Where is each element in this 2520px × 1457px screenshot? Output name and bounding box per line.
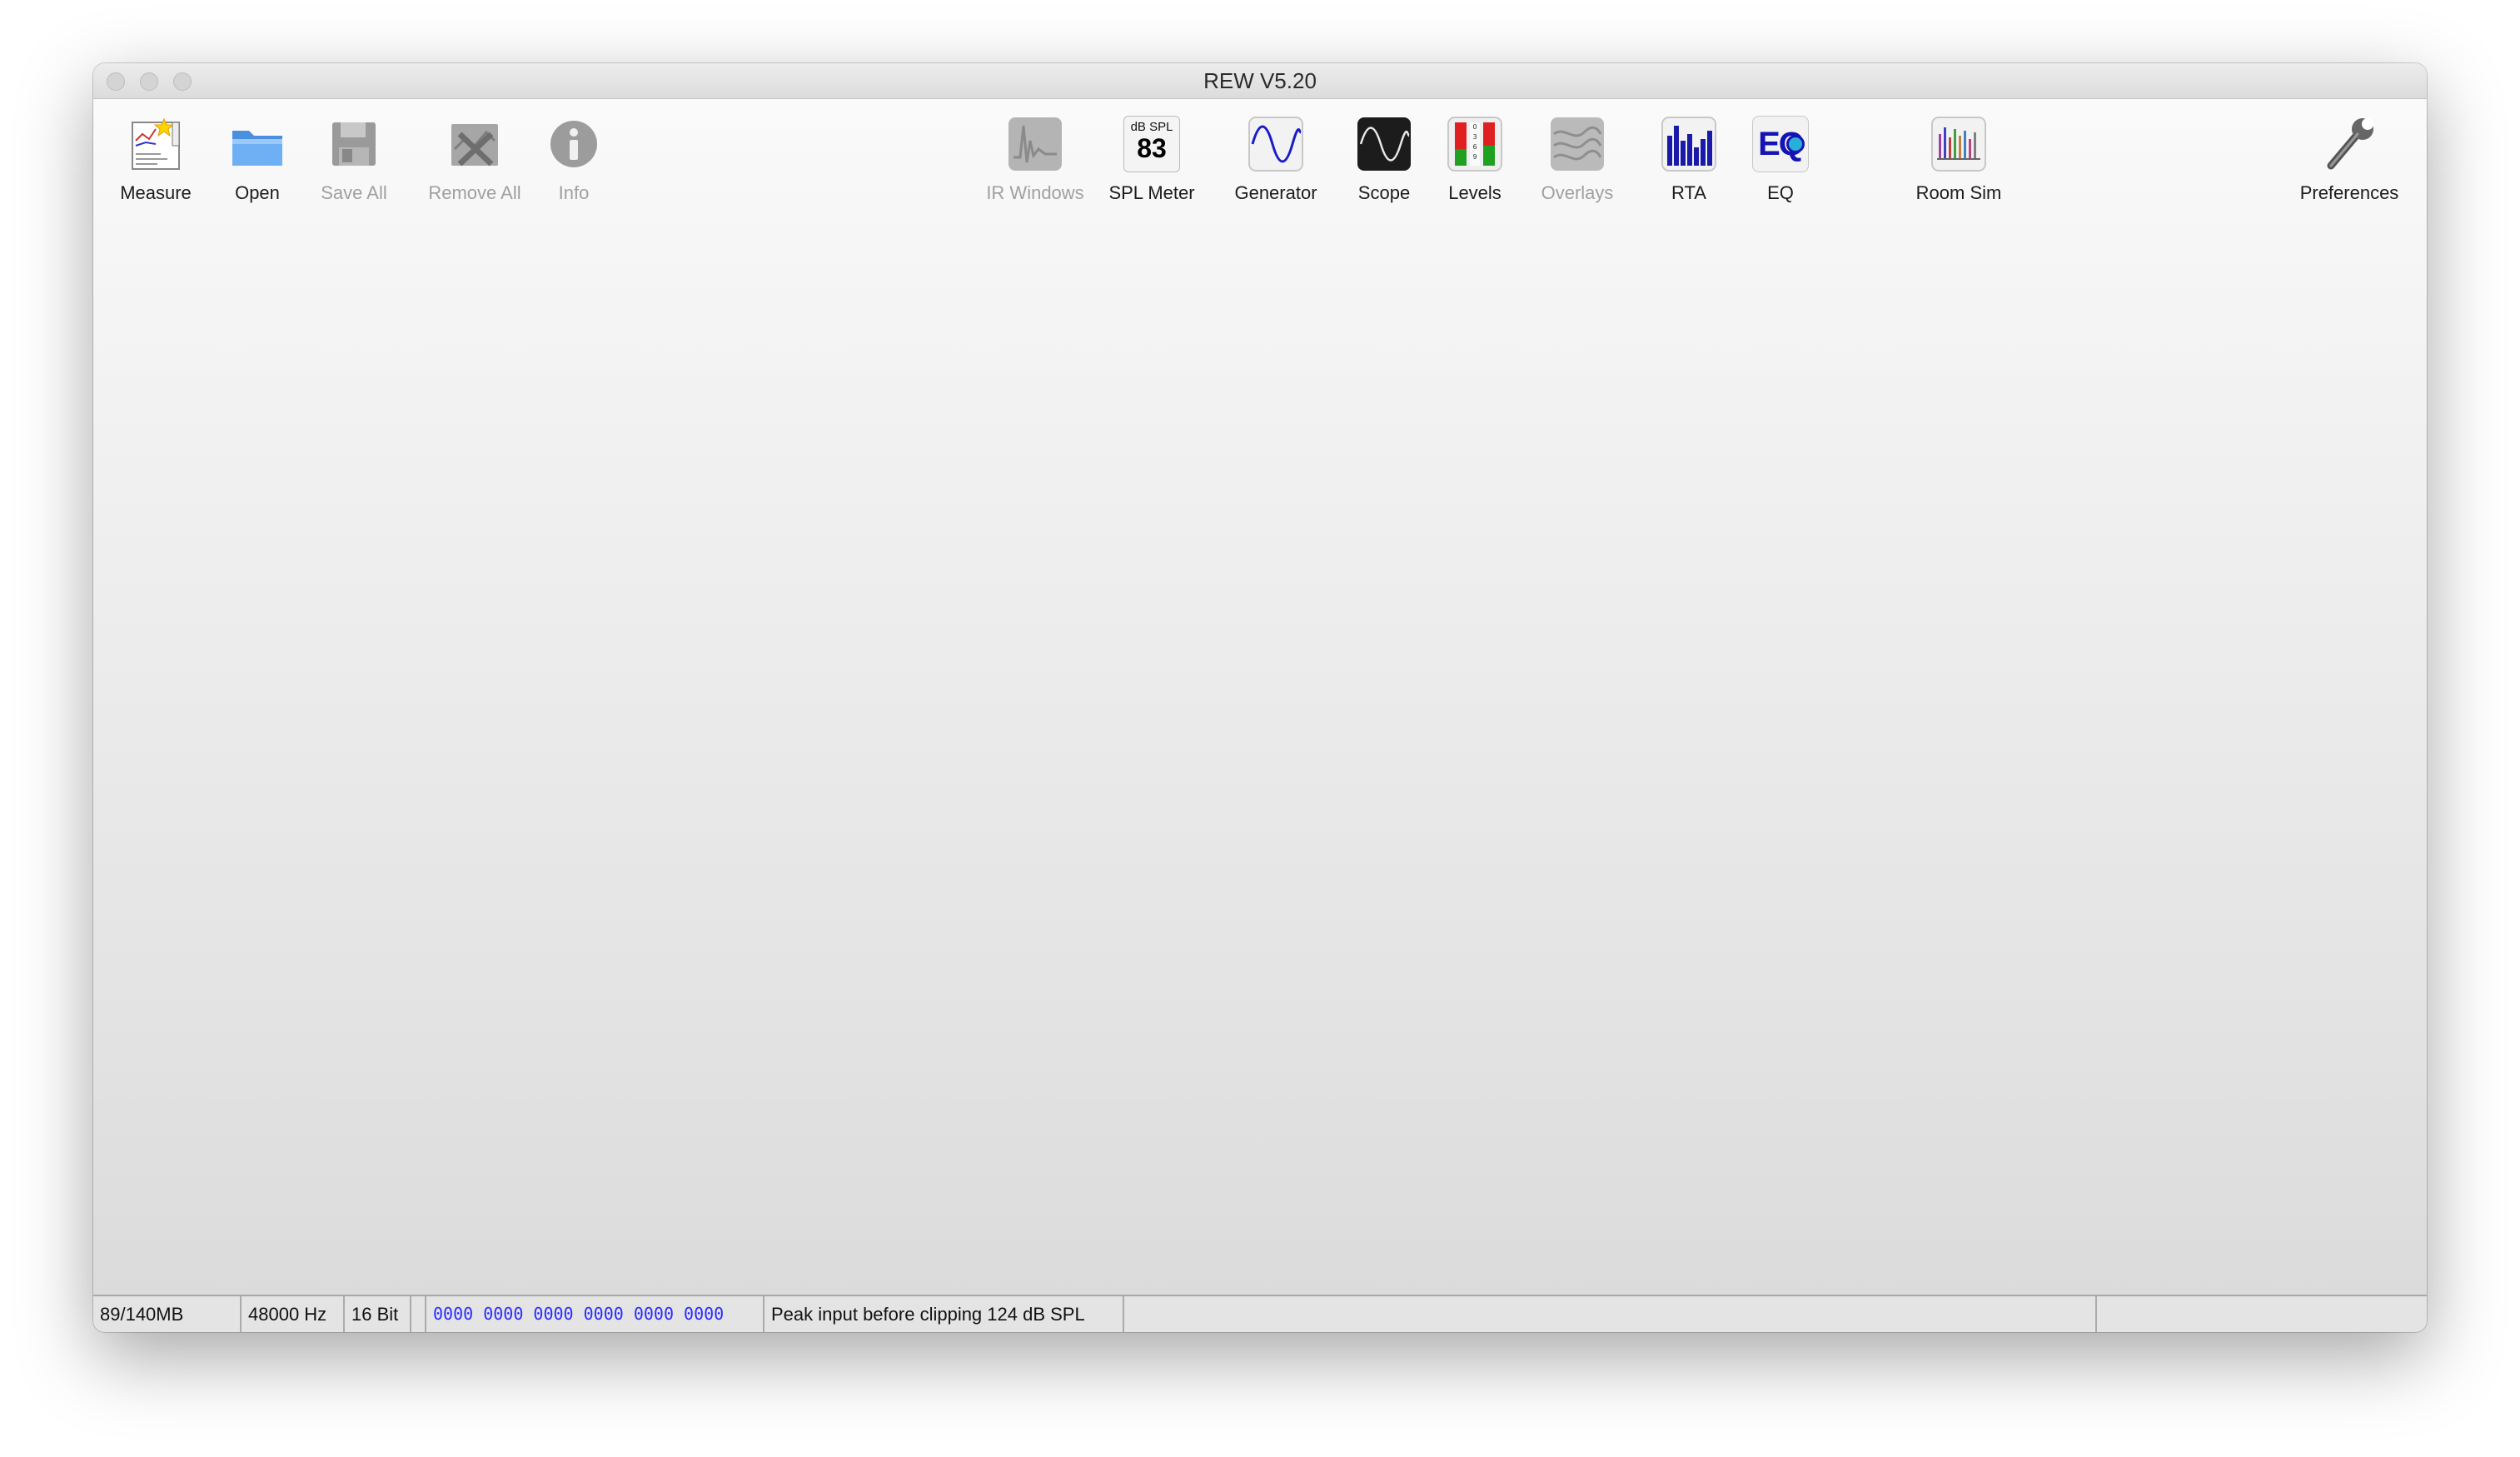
preferences-label: Preferences [2299,182,2399,203]
wrench-icon [2321,116,2378,172]
spl-meter-label: SPL Meter [1108,182,1195,203]
save-all-button[interactable]: Save All [321,99,387,224]
svg-text:6: 6 [1472,143,1477,151]
window-title: REW V5.20 [1203,68,1317,93]
generator-button[interactable]: Generator [1234,99,1317,224]
scope-icon [1356,116,1412,172]
status-message-area [1124,1296,2097,1332]
overlays-button[interactable]: Overlays [1541,99,1613,224]
spl-meter-icon: dB SPL 83 [1123,116,1180,172]
toolbar: Measure Open Save All Remove All Info IR… [93,99,2427,224]
sample-rate: 48000 Hz [242,1296,345,1332]
title-bar: REW V5.20 [93,63,2427,99]
status-spacer [411,1296,426,1332]
remove-all-icon [446,116,503,172]
eq-button[interactable]: EQ EQ [1751,99,1810,224]
levels-icon: 0 3 6 9 [1447,116,1503,172]
memory-usage[interactable]: 89/140MB [93,1296,242,1332]
generator-label: Generator [1234,182,1317,203]
svg-text:3: 3 [1472,133,1477,141]
rta-button[interactable]: RTA [1660,99,1718,224]
sine-wave-icon [1248,116,1304,172]
save-all-icon [326,116,382,172]
remove-all-button[interactable]: Remove All [428,99,521,224]
spl-meter-icon-value: 83 [1137,133,1167,163]
svg-text:0: 0 [1472,123,1477,131]
main-content-area [93,225,2427,1295]
preferences-button[interactable]: Preferences [2300,99,2398,224]
scope-button[interactable]: Scope [1355,99,1413,224]
info-button[interactable]: Info [545,99,603,224]
input-bit-display: 0000 0000 0000 0000 0000 0000 [426,1296,764,1332]
overlays-label: Overlays [1541,182,1614,203]
measure-button[interactable]: Measure [120,99,192,224]
rew-main-window: REW V5.20 Measure Open Save All Remove A… [93,63,2427,1332]
status-extra-area [2097,1296,2427,1332]
rta-icon [1661,116,1717,172]
info-icon [545,116,602,172]
spl-meter-button[interactable]: dB SPL 83 SPL Meter [1108,99,1195,224]
eq-icon-lens [1786,135,1805,153]
save-all-label: Save All [321,182,387,203]
status-bar: 89/140MB 48000 Hz 16 Bit 0000 0000 0000 … [93,1295,2427,1332]
overlays-icon [1549,116,1606,172]
room-sim-icon [1930,116,1987,172]
open-button[interactable]: Open [228,99,286,224]
levels-button[interactable]: 0 3 6 9 Levels [1446,99,1504,224]
ir-windows-button[interactable]: IR Windows [986,99,1084,224]
peak-input-status: Peak input before clipping 124 dB SPL [764,1296,1124,1332]
measure-icon [127,116,184,172]
eq-label: EQ [1767,182,1794,203]
ir-windows-label: IR Windows [986,182,1084,203]
bit-depth: 16 Bit [345,1296,411,1332]
room-sim-button[interactable]: Room Sim [1916,99,2001,224]
eq-icon: EQ [1752,116,1809,172]
spl-meter-icon-unit: dB SPL [1130,120,1173,134]
svg-text:9: 9 [1472,153,1477,161]
info-label: Info [558,182,590,203]
room-sim-label: Room Sim [1915,182,2002,203]
folder-icon [229,116,286,172]
ir-windows-icon [1007,116,1063,172]
